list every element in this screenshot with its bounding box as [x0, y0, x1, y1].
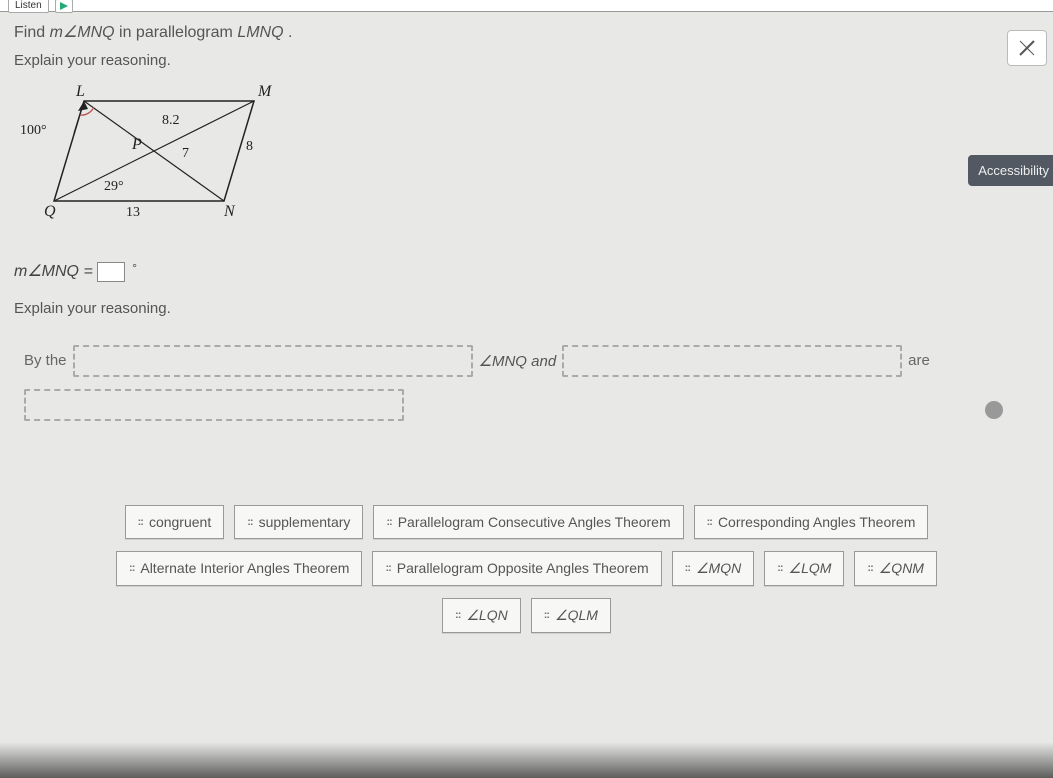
grip-icon: ::: [685, 562, 690, 574]
tile-label: Alternate Interior Angles Theorem: [140, 560, 349, 576]
tile-label: ∠QNM: [879, 560, 924, 577]
tool-button[interactable]: [1007, 30, 1047, 66]
dropzone-relation[interactable]: [24, 389, 404, 421]
grip-icon: ::: [867, 562, 872, 574]
tile-angle-lqn[interactable]: ::∠LQN: [442, 598, 521, 633]
play-button[interactable]: [55, 0, 73, 13]
angle-exterior-l: 100°: [20, 123, 47, 139]
tile-supplementary[interactable]: ::supplementary: [234, 505, 363, 539]
length-lm-diag: 8.2: [162, 113, 180, 129]
explain-prompt: Explain your reasoning.: [14, 52, 1039, 69]
answer-line: m∠MNQ = °: [14, 261, 1039, 282]
reasoning-area: By the ∠MNQ and are: [14, 331, 1039, 455]
tile-parallelogram-opposite[interactable]: ::Parallelogram Opposite Angles Theorem: [372, 551, 661, 586]
tile-congruent[interactable]: ::congruent: [125, 505, 225, 539]
grip-icon: ::: [777, 562, 782, 574]
tile-angle-qnm[interactable]: ::∠QNM: [854, 551, 937, 586]
parallelogram-diagram: L M N Q P 8.2 7 8 13 29° 100°: [14, 81, 294, 231]
question-prompt: Find m∠MNQ in parallelogram LMNQ .: [14, 22, 1039, 42]
tile-label: Parallelogram Consecutive Angles Theorem: [398, 514, 671, 530]
tile-angle-mqn[interactable]: ::∠MQN: [672, 551, 755, 586]
vertex-n: N: [224, 203, 235, 221]
tile-label: Corresponding Angles Theorem: [718, 514, 915, 530]
angle-mnq-text: ∠MNQ and: [479, 352, 557, 370]
find-mid: in parallelogram: [115, 24, 238, 41]
status-dot: [985, 401, 1003, 419]
tile-label: congruent: [149, 514, 211, 530]
grip-icon: ::: [707, 516, 712, 528]
tile-angle-lqm[interactable]: ::∠LQM: [764, 551, 844, 586]
period: .: [284, 24, 293, 41]
find-prefix: Find: [14, 24, 50, 41]
play-icon: [60, 2, 68, 10]
measure-variable: m∠MNQ: [50, 24, 115, 41]
pencil-strike-icon: [1018, 39, 1036, 57]
angle-nqm: 29°: [104, 179, 124, 195]
tile-alternate-interior[interactable]: ::Alternate Interior Angles Theorem: [116, 551, 362, 586]
listen-button[interactable]: Listen: [8, 0, 49, 13]
tile-corresponding-angles[interactable]: ::Corresponding Angles Theorem: [694, 505, 929, 539]
bottom-shadow: [0, 742, 1053, 778]
explain-label-2: Explain your reasoning.: [14, 300, 1039, 317]
tile-parallelogram-consecutive[interactable]: ::Parallelogram Consecutive Angles Theor…: [373, 505, 683, 539]
answer-input[interactable]: [97, 262, 125, 282]
dropzone-angle[interactable]: [562, 345, 902, 377]
degree-symbol: °: [132, 261, 137, 275]
tile-label: ∠MQN: [696, 560, 741, 577]
grip-icon: ::: [544, 609, 549, 621]
grip-icon: ::: [247, 516, 252, 528]
vertex-l: L: [76, 83, 85, 101]
grip-icon: ::: [455, 609, 460, 621]
grip-icon: ::: [129, 562, 134, 574]
vertex-q: Q: [44, 203, 56, 221]
diagram-svg: [14, 81, 294, 231]
tile-label: ∠LQN: [466, 607, 507, 624]
point-p: P: [132, 136, 142, 154]
grip-icon: ::: [386, 516, 391, 528]
grip-icon: ::: [385, 562, 390, 574]
shape-name: LMNQ: [237, 24, 283, 41]
tile-label: ∠QLM: [555, 607, 598, 624]
are-text: are: [908, 352, 930, 369]
tile-label: supplementary: [259, 514, 351, 530]
tile-label: ∠LQM: [789, 560, 832, 577]
grip-icon: ::: [138, 516, 143, 528]
length-pn: 7: [182, 146, 189, 162]
answer-lhs: m∠MNQ =: [14, 263, 93, 280]
top-toolbar: Listen: [0, 0, 1053, 12]
length-qn: 13: [126, 205, 140, 221]
question-content: Find m∠MNQ in parallelogram LMNQ . Expla…: [0, 12, 1053, 633]
by-the-text: By the: [24, 352, 67, 369]
answer-tiles: ::congruent ::supplementary ::Parallelog…: [14, 505, 1039, 633]
tile-angle-qlm[interactable]: ::∠QLM: [531, 598, 611, 633]
vertex-m: M: [258, 83, 271, 101]
dropzone-theorem[interactable]: [73, 345, 473, 377]
length-mn: 8: [246, 139, 253, 155]
accessibility-tab[interactable]: Accessibility: [968, 155, 1053, 186]
tile-label: Parallelogram Opposite Angles Theorem: [397, 560, 649, 576]
